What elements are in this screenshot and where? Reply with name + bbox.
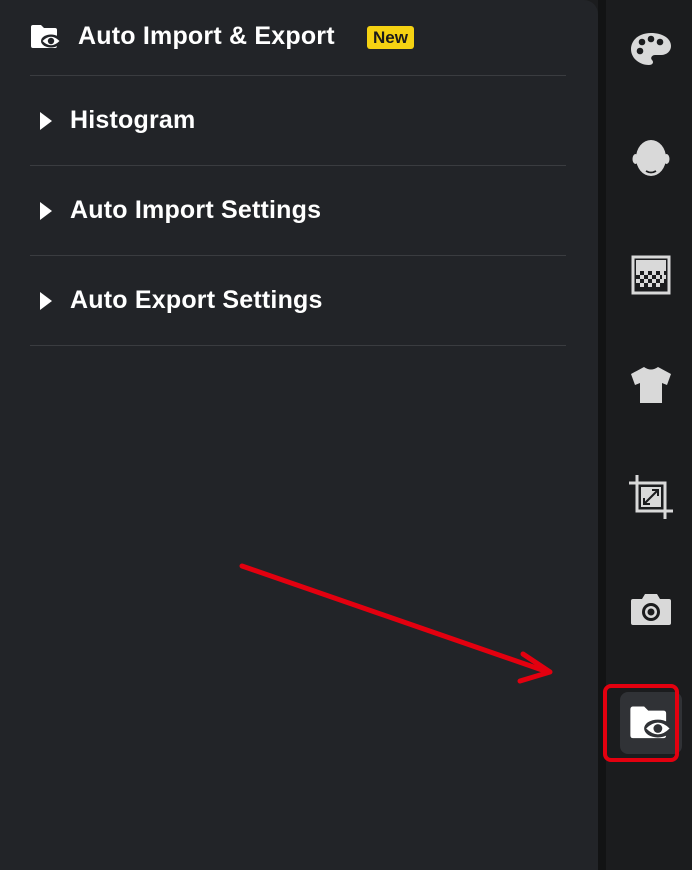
toolbar-face-button[interactable] — [620, 130, 682, 192]
section-auto-export-settings[interactable]: Auto Export Settings — [30, 256, 566, 346]
camera-icon — [631, 594, 671, 625]
expand-triangle-icon — [40, 292, 52, 310]
auto-import-export-panel: Auto Import & Export New Histogram Auto … — [0, 0, 598, 870]
toolbar-camera-button[interactable] — [620, 578, 682, 640]
toolbar-filter-button[interactable] — [620, 244, 682, 306]
expand-triangle-icon — [40, 112, 52, 130]
folder-eye-icon — [31, 25, 61, 48]
face-icon — [632, 140, 670, 176]
gradient-filter-icon — [631, 255, 671, 295]
panel-title: Auto Import & Export — [78, 22, 335, 50]
palette-icon — [631, 33, 671, 65]
section-label: Auto Export Settings — [70, 286, 323, 314]
expand-triangle-icon — [40, 202, 52, 220]
new-badge: New — [367, 26, 414, 49]
app-root: Auto Import & Export New Histogram Auto … — [0, 0, 692, 870]
toolbar-clothing-button[interactable] — [620, 354, 682, 416]
crop-icon — [629, 475, 673, 519]
section-histogram[interactable]: Histogram — [30, 76, 566, 166]
highlight-box — [603, 684, 679, 762]
section-label: Histogram — [70, 106, 196, 134]
toolbar-palette-button[interactable] — [620, 18, 682, 80]
section-label: Auto Import Settings — [70, 196, 322, 224]
toolbar-crop-button[interactable] — [620, 466, 682, 528]
shirt-icon — [631, 367, 671, 403]
panel-header: Auto Import & Export New — [30, 0, 566, 76]
section-auto-import-settings[interactable]: Auto Import Settings — [30, 166, 566, 256]
